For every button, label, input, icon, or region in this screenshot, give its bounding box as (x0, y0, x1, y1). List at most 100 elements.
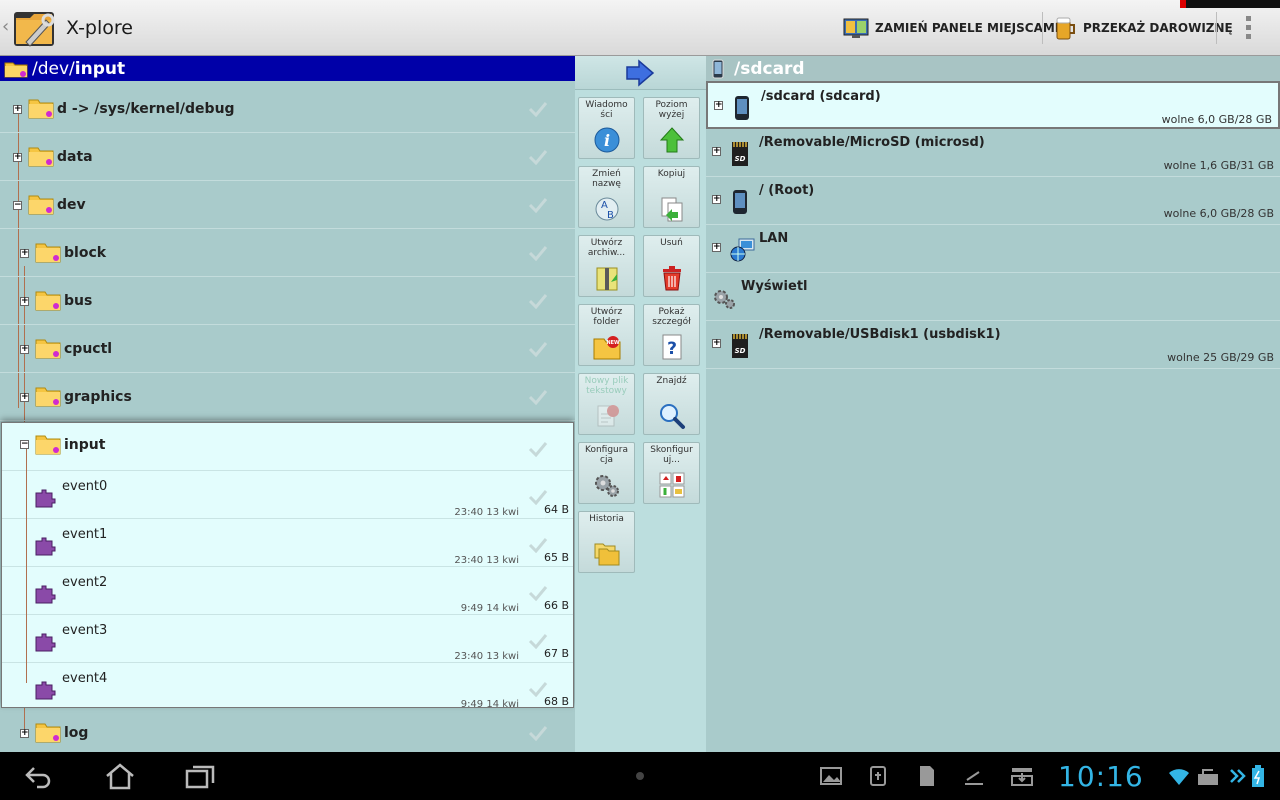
file-row[interactable]: event1 23:40 13 kwi 65 B (2, 519, 573, 567)
tool-delete-button[interactable]: Usuń (643, 235, 700, 297)
checkmark-icon[interactable] (528, 101, 548, 117)
drive-name: / (Root) (759, 183, 815, 198)
file-row[interactable]: event3 23:40 13 kwi 67 B (2, 615, 573, 663)
tool-find-button[interactable]: Znajdź (643, 373, 700, 435)
expand-icon[interactable]: + (712, 339, 721, 348)
gears-icon (595, 475, 619, 497)
folder-row[interactable]: + graphics (0, 373, 575, 421)
tool-create-archive-button[interactable]: Utwórz archiw... (578, 235, 635, 297)
folder-row[interactable]: + data (0, 133, 575, 181)
tool-label: Historia (589, 514, 624, 524)
checkmark-icon[interactable] (528, 585, 548, 601)
device-file-icon (35, 633, 56, 652)
collapse-icon[interactable]: − (20, 440, 29, 449)
app-logo-icon[interactable] (12, 6, 60, 50)
drive-row[interactable]: + / (Root) wolne 6,0 GB/28 GB (706, 177, 1280, 225)
tool-label: Wiadomo ści (585, 100, 628, 120)
back-caret-icon[interactable]: ‹ (2, 16, 9, 37)
expand-icon[interactable]: + (20, 297, 29, 306)
right-path-bar[interactable]: /sdcard (706, 56, 1280, 81)
folder-icon (28, 195, 54, 215)
tool-label: Nowy plik tekstowy (584, 376, 629, 396)
search-icon (660, 404, 685, 429)
gears-icon (714, 290, 735, 309)
tool-show-details-button[interactable]: Pokaż szczegół ? (643, 304, 700, 366)
folder-icon (28, 147, 54, 167)
checkmark-icon[interactable] (528, 245, 548, 261)
expand-icon[interactable]: + (20, 345, 29, 354)
expand-icon[interactable]: + (20, 393, 29, 402)
tool-copy-button[interactable]: Kopiuj (643, 166, 700, 228)
checkmark-icon[interactable] (528, 489, 548, 505)
checkmark-icon[interactable] (528, 197, 548, 213)
status-strip (1180, 0, 1280, 8)
folder-row[interactable]: − dev (0, 181, 575, 229)
checkmark-icon[interactable] (528, 681, 548, 697)
collapse-icon[interactable]: − (13, 201, 22, 210)
expand-icon[interactable]: + (13, 153, 22, 162)
tool-level-up-button[interactable]: Poziom wyżej (643, 97, 700, 159)
device-file-icon (35, 537, 56, 556)
checkmark-icon[interactable] (528, 293, 548, 309)
drive-name: LAN (759, 231, 789, 246)
folder-row[interactable]: − input (2, 423, 573, 471)
donate-button[interactable]: PRZEKAŻ DAROWIZNĘ (1055, 10, 1233, 46)
copy-direction-button[interactable] (575, 56, 706, 90)
home-icon[interactable] (104, 762, 136, 790)
expand-icon[interactable]: + (714, 101, 723, 110)
tool-new-text-file-button[interactable]: Nowy plik tekstowy (578, 373, 635, 435)
tool-configuration-button[interactable]: Konfigura cja (578, 442, 635, 504)
folder-row[interactable]: + d -> /sys/kernel/debug (0, 85, 575, 133)
left-path-bar[interactable]: /dev/input (0, 56, 575, 81)
folder-row[interactable]: + cpuctl (0, 325, 575, 373)
expand-icon[interactable]: + (712, 147, 721, 156)
sd-card-icon: SD (732, 334, 748, 358)
drive-free-space: wolne 6,0 GB/28 GB (1161, 113, 1272, 126)
tool-history-button[interactable]: Historia (578, 511, 635, 573)
drive-row[interactable]: Wyświetl (706, 273, 1280, 321)
file-row[interactable]: event0 23:40 13 kwi 64 B (2, 471, 573, 519)
device-file-icon (35, 681, 56, 700)
folder-row[interactable]: + log (0, 709, 575, 752)
expand-icon[interactable]: + (20, 249, 29, 258)
checkmark-icon[interactable] (528, 725, 548, 741)
file-row[interactable]: event2 9:49 14 kwi 66 B (2, 567, 573, 615)
drive-free-space: wolne 6,0 GB/28 GB (1163, 207, 1274, 220)
input-folder-contents: − input event0 23:40 13 kwi 64 B event1 … (1, 422, 574, 711)
expand-icon[interactable]: + (712, 195, 721, 204)
sd-card-icon: SD (732, 142, 748, 166)
history-icon (594, 543, 620, 566)
checkmark-icon[interactable] (528, 537, 548, 553)
file-row[interactable]: event4 9:49 14 kwi 68 B (2, 663, 573, 711)
checkmark-icon[interactable] (528, 441, 548, 457)
back-icon[interactable] (22, 762, 54, 790)
overflow-menu-icon[interactable] (1238, 14, 1258, 42)
checkmark-icon[interactable] (528, 149, 548, 165)
drive-row[interactable]: + SD /Removable/MicroSD (microsd) wolne … (706, 129, 1280, 177)
tool-configure-button[interactable]: Skonfigur uj... (643, 442, 700, 504)
tool-label: Utwórz folder (590, 307, 623, 327)
expand-icon[interactable]: + (712, 243, 721, 252)
drive-row[interactable]: + /sdcard (sdcard) wolne 6,0 GB/28 GB (706, 81, 1280, 129)
left-path-current: input (74, 58, 126, 79)
right-panel[interactable]: /sdcard + /sdcard (sdcard) wolne 6,0 GB/… (706, 56, 1280, 752)
drive-row[interactable]: + SD /Removable/USBdisk1 (usbdisk1) woln… (706, 321, 1280, 369)
left-panel[interactable]: /dev/input + d -> /sys/kernel/debug + da… (0, 56, 575, 752)
expand-icon[interactable]: + (13, 105, 22, 114)
menu-dot-icon[interactable] (634, 770, 646, 782)
svg-text:i: i (604, 131, 610, 150)
tool-properties-button[interactable]: Wiadomo ści i (578, 97, 635, 159)
checkmark-icon[interactable] (528, 633, 548, 649)
checkmark-icon[interactable] (528, 341, 548, 357)
folder-row[interactable]: + bus (0, 277, 575, 325)
swap-panels-button[interactable]: ZAMIEŃ PANELE MIEJSCAMI (843, 10, 1059, 46)
folder-name: input (64, 437, 106, 453)
file-date: 23:40 13 kwi (454, 651, 519, 662)
checkmark-icon[interactable] (528, 389, 548, 405)
expand-icon[interactable]: + (20, 729, 29, 738)
tool-rename-button[interactable]: Zmień nazwę AB (578, 166, 635, 228)
folder-row[interactable]: + block (0, 229, 575, 277)
recent-apps-icon[interactable] (184, 762, 216, 790)
drive-row[interactable]: + LAN (706, 225, 1280, 273)
tool-create-folder-button[interactable]: Utwórz folder NEW (578, 304, 635, 366)
